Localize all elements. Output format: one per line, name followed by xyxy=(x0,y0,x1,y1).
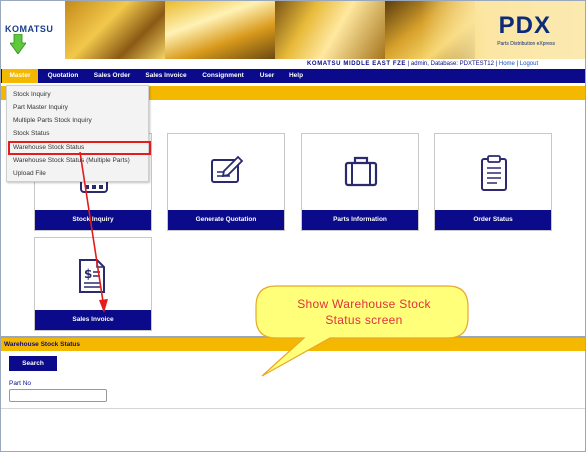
menu-item-stock-inquiry[interactable]: Stock Inquiry xyxy=(13,89,51,101)
menu-item-stock-status[interactable]: Stock Status xyxy=(13,128,50,140)
screen-title: Warehouse Stock Status xyxy=(1,338,585,351)
nav-consignment[interactable]: Consignment xyxy=(197,69,249,83)
tile-parts-information[interactable]: Parts Information xyxy=(301,133,419,231)
tile-order-status[interactable]: Order Status xyxy=(434,133,552,231)
highlight-box xyxy=(8,141,151,155)
nav-quotation[interactable]: Quotation xyxy=(41,69,85,83)
nav-sales-invoice[interactable]: Sales Invoice xyxy=(141,69,191,83)
divider xyxy=(1,408,585,409)
tile-order-status-label: Order Status xyxy=(435,210,551,230)
part-no-input[interactable] xyxy=(9,389,107,402)
main-navbar: Master Quotation Sales Order Sales Invoi… xyxy=(1,69,585,83)
warehouse-stock-status-screenshot: Warehouse Stock Status Search Part No xyxy=(0,337,586,452)
tile-sales-invoice-label: Sales Invoice xyxy=(35,310,151,330)
banner-photo-filters xyxy=(275,1,385,59)
master-dropdown-menu: Stock Inquiry Part Master Inquiry Multip… xyxy=(6,85,151,182)
link-separator: | xyxy=(516,61,519,67)
logout-link[interactable]: Logout xyxy=(520,61,538,67)
nav-user[interactable]: User xyxy=(255,69,279,83)
briefcase-icon xyxy=(344,156,378,187)
clipboard-icon xyxy=(481,155,507,191)
tile-stock-inquiry-label: Stock Inquiry xyxy=(35,210,151,230)
menu-item-multiple-parts-stock-inquiry[interactable]: Multiple Parts Stock Inquiry xyxy=(13,115,92,127)
green-arrow-icon xyxy=(10,34,26,54)
invoice-dollar-icon: $ xyxy=(79,259,105,293)
home-link[interactable]: Home xyxy=(499,61,515,67)
komatsu-logo[interactable]: KOMATSU xyxy=(5,24,53,34)
callout-text: Show Warehouse Stock Status screen xyxy=(266,296,462,328)
tile-generate-quotation[interactable]: Generate Quotation xyxy=(167,133,285,231)
dashboard-screenshot: KOMATSU PDX Parts Distribution eXpress K… xyxy=(0,0,586,337)
tablet-pen-icon xyxy=(211,155,244,183)
nav-sales-order[interactable]: Sales Order xyxy=(89,69,135,83)
callout-line-1: Show Warehouse Stock xyxy=(297,297,431,311)
tile-sales-invoice[interactable]: $ Sales Invoice xyxy=(34,237,152,331)
svg-text:$: $ xyxy=(84,267,92,281)
banner-photo-excavator xyxy=(65,1,165,59)
nav-help[interactable]: Help xyxy=(285,69,307,83)
menu-item-warehouse-stock-status-multiple[interactable]: Warehouse Stock Status (Multiple Parts) xyxy=(13,155,130,167)
company-name: KOMATSU MIDDLE EAST FZE xyxy=(307,61,407,67)
callout-line-2: Status screen xyxy=(325,313,403,327)
nav-master[interactable]: Master xyxy=(2,69,38,83)
app-title: PDX xyxy=(498,12,551,39)
menu-item-upload-file[interactable]: Upload File xyxy=(13,168,46,180)
tile-parts-information-label: Parts Information xyxy=(302,210,418,230)
search-button[interactable]: Search xyxy=(9,356,57,371)
company-bar: KOMATSU MIDDLE EAST FZE | admin, Databas… xyxy=(307,59,585,69)
part-no-label: Part No xyxy=(9,380,32,387)
app-subtitle: Parts Distribution eXpress xyxy=(497,41,555,47)
banner-photo-parts xyxy=(165,1,275,59)
menu-item-part-master-inquiry[interactable]: Part Master Inquiry xyxy=(13,102,68,114)
tile-generate-quotation-label: Generate Quotation xyxy=(168,210,284,230)
user-info: | admin, Database: PDXTEST12 | xyxy=(407,61,498,67)
header-banner: KOMATSU PDX Parts Distribution eXpress xyxy=(1,1,585,59)
